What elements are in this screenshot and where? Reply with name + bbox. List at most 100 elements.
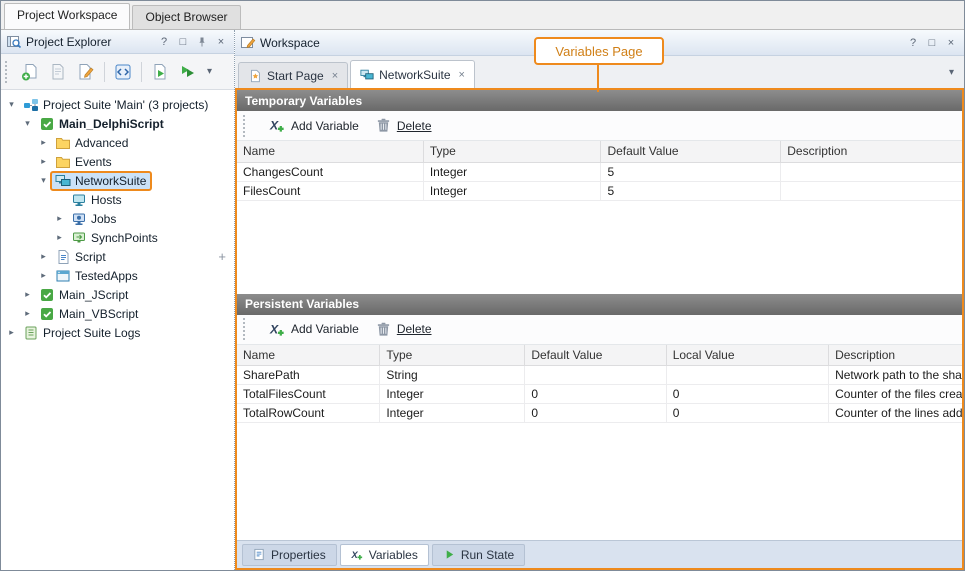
run-suite-icon [178,62,198,82]
table-row[interactable]: FilesCountInteger5 [237,181,962,200]
tree-node: Main_DelphiScript [34,114,170,134]
close-button[interactable]: × [213,34,229,50]
column-header-name[interactable]: Name [237,345,380,366]
add-persistent-variable-button[interactable]: X Add Variable [269,321,359,338]
add-page-button[interactable] [45,59,71,85]
table-row[interactable]: SharePathString Network path to the shar… [237,366,962,385]
tree-item-networksuite[interactable]: ▾NetworkSuite [1,171,234,190]
column-header-type[interactable]: Type [423,141,601,162]
tree-node: Main_VBScript [34,304,144,324]
tree-node: Script [50,247,112,267]
add-variable-label: Add Variable [291,119,359,133]
add-inline-button[interactable]: + [218,249,226,264]
tree-item-main-jscript[interactable]: ▸ Main_JScript [1,285,234,304]
column-header-description[interactable]: Description [829,345,962,366]
tree-item-main-delphiscript[interactable]: ▾Main_DelphiScript [1,114,234,133]
window-tab-object-browser[interactable]: Object Browser [132,5,240,29]
tree-item-synchpoints[interactable]: ▸SynchPoints [1,228,234,247]
tree-item-hosts[interactable]: Hosts [1,190,234,209]
page-tab-variables[interactable]: X Variables [340,544,429,566]
code-explorer-icon [113,62,133,82]
tree-item-project-suite-main-3-projects[interactable]: ▾Project Suite 'Main' (3 projects) [1,95,234,114]
expand-arrow-icon[interactable]: ▸ [37,270,50,281]
project-explorer-panel: Project Explorer ?□× ▾ ▾Project Suite 'M… [1,30,235,570]
table-row[interactable]: ChangesCountInteger5 [237,162,962,181]
callout-variables-page: Variables Page [534,37,664,65]
table-row[interactable]: TotalFilesCountInteger00Counter of the f… [237,385,962,404]
expand-arrow-icon[interactable]: ▸ [5,327,18,338]
column-header-default-value[interactable]: Default Value [601,141,781,162]
project-explorer-header: Project Explorer ?□× [1,30,234,54]
workspace-panel: Workspace ?□× Start Page×NetworkSuite×▾ … [235,30,964,570]
folder-icon [55,154,71,170]
collapse-arrow-icon[interactable]: ▾ [21,118,34,129]
add-temporary-variable-button[interactable]: X Add Variable [269,117,359,134]
tree-item-events[interactable]: ▸Events [1,152,234,171]
cell: Integer [380,404,525,423]
svg-text:X: X [351,550,358,560]
run-suite-button[interactable] [175,59,201,85]
project-icon [39,287,55,303]
pin-button[interactable] [194,34,210,50]
expand-arrow-icon[interactable]: ▸ [53,213,66,224]
close-tab-icon[interactable]: × [459,69,465,81]
project-icon [39,116,55,132]
tree-node: Jobs [66,209,122,229]
help-button[interactable]: ? [156,34,172,50]
expand-arrow-icon[interactable]: ▸ [37,137,50,148]
close-tab-icon[interactable]: × [332,70,338,82]
column-header-default-value[interactable]: Default Value [525,345,666,366]
tab-list-dropdown-icon[interactable]: ▾ [949,67,961,78]
toolbar-grip[interactable] [5,61,11,83]
tree-item-testedapps[interactable]: ▸TestedApps [1,266,234,285]
edit-page-button[interactable] [73,59,99,85]
float-button[interactable]: □ [924,35,940,51]
doc-tab-networksuite[interactable]: NetworkSuite× [350,60,475,88]
delete-temporary-variable-button[interactable]: Delete [375,117,432,134]
page-tab-properties[interactable]: Properties [242,544,337,566]
doc-tab-start-page[interactable]: Start Page× [238,62,348,88]
column-header-name[interactable]: Name [237,141,423,162]
delete-persistent-variable-button[interactable]: Delete [375,321,432,338]
help-button[interactable]: ? [905,35,921,51]
tree-node: Events [50,152,118,172]
window-tab-project-workspace[interactable]: Project Workspace [4,3,130,29]
run-project-button[interactable] [147,59,173,85]
project-icon [39,306,55,322]
tree-item-advanced[interactable]: ▸Advanced [1,133,234,152]
code-explorer-button[interactable] [110,59,136,85]
expand-arrow-icon[interactable]: ▸ [37,156,50,167]
netsuite-icon [55,173,71,189]
close-button[interactable]: × [943,35,959,51]
properties-icon [253,548,266,561]
expand-arrow-icon[interactable]: ▸ [21,289,34,300]
collapse-arrow-icon[interactable]: ▾ [37,175,50,186]
toolbar-separator [141,62,142,82]
callout-line [597,65,599,92]
toolbar-dropdown-icon[interactable]: ▾ [203,66,216,77]
expand-arrow-icon[interactable]: ▸ [53,232,66,243]
page-tab-label: Variables [369,548,418,562]
tree-item-project-suite-logs[interactable]: ▸Project Suite Logs [1,323,234,342]
cell: ChangesCount [237,162,423,181]
tree-item-jobs[interactable]: ▸Jobs [1,209,234,228]
table-row[interactable]: TotalRowCountInteger00Counter of the lin… [237,404,962,423]
column-header-description[interactable]: Description [781,141,962,162]
column-header-local-value[interactable]: Local Value [666,345,828,366]
tree-item-script[interactable]: ▸Script + [1,247,234,266]
tree-item-main-vbscript[interactable]: ▸Main_VBScript [1,304,234,323]
tree-item-label: Main_JScript [58,288,129,302]
page-tab-run-state[interactable]: Run State [432,544,525,566]
workspace-title: Workspace [260,36,320,50]
float-button[interactable]: □ [175,34,191,50]
toolbar-grip[interactable] [243,318,249,340]
column-header-type[interactable]: Type [380,345,525,366]
cell: TotalFilesCount [237,385,380,404]
collapse-arrow-icon[interactable]: ▾ [5,99,18,110]
main-area: Project Explorer ?□× ▾ ▾Project Suite 'M… [1,29,964,570]
tree-node: Main_JScript [34,285,134,305]
expand-arrow-icon[interactable]: ▸ [37,251,50,262]
add-item-button[interactable] [17,59,43,85]
expand-arrow-icon[interactable]: ▸ [21,308,34,319]
toolbar-grip[interactable] [243,115,249,137]
